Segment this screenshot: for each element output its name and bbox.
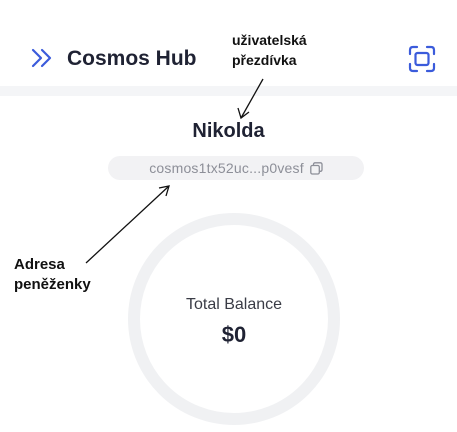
scan-button[interactable]	[407, 44, 437, 74]
nickname-annotation: uživatelská přezdívka	[232, 30, 307, 70]
wallet-address: cosmos1tx52uc...p0vesf	[149, 160, 304, 176]
balance-label: Total Balance	[185, 296, 283, 313]
double-chevron-right-icon	[31, 48, 52, 68]
account-nickname: Nikolda	[192, 120, 265, 142]
nickname-annotation-line1: uživatelská	[232, 32, 307, 48]
header-divider	[0, 86, 457, 96]
scan-frame-icon	[408, 45, 436, 73]
wallet-annotation: Adresa peněženky	[14, 255, 91, 295]
nickname-annotation-line2: přezdívka	[232, 52, 297, 68]
menu-button[interactable]	[30, 46, 56, 70]
app-title: Cosmos Hub	[67, 47, 197, 70]
wallet-annotation-line2: peněženky	[14, 276, 91, 293]
copy-icon[interactable]	[309, 161, 323, 175]
wallet-annotation-line1: Adresa	[14, 256, 65, 273]
wallet-address-pill[interactable]: cosmos1tx52uc...p0vesf	[108, 156, 364, 180]
balance-ring: Total Balance $0	[128, 213, 340, 425]
balance-value: $0	[221, 322, 247, 347]
